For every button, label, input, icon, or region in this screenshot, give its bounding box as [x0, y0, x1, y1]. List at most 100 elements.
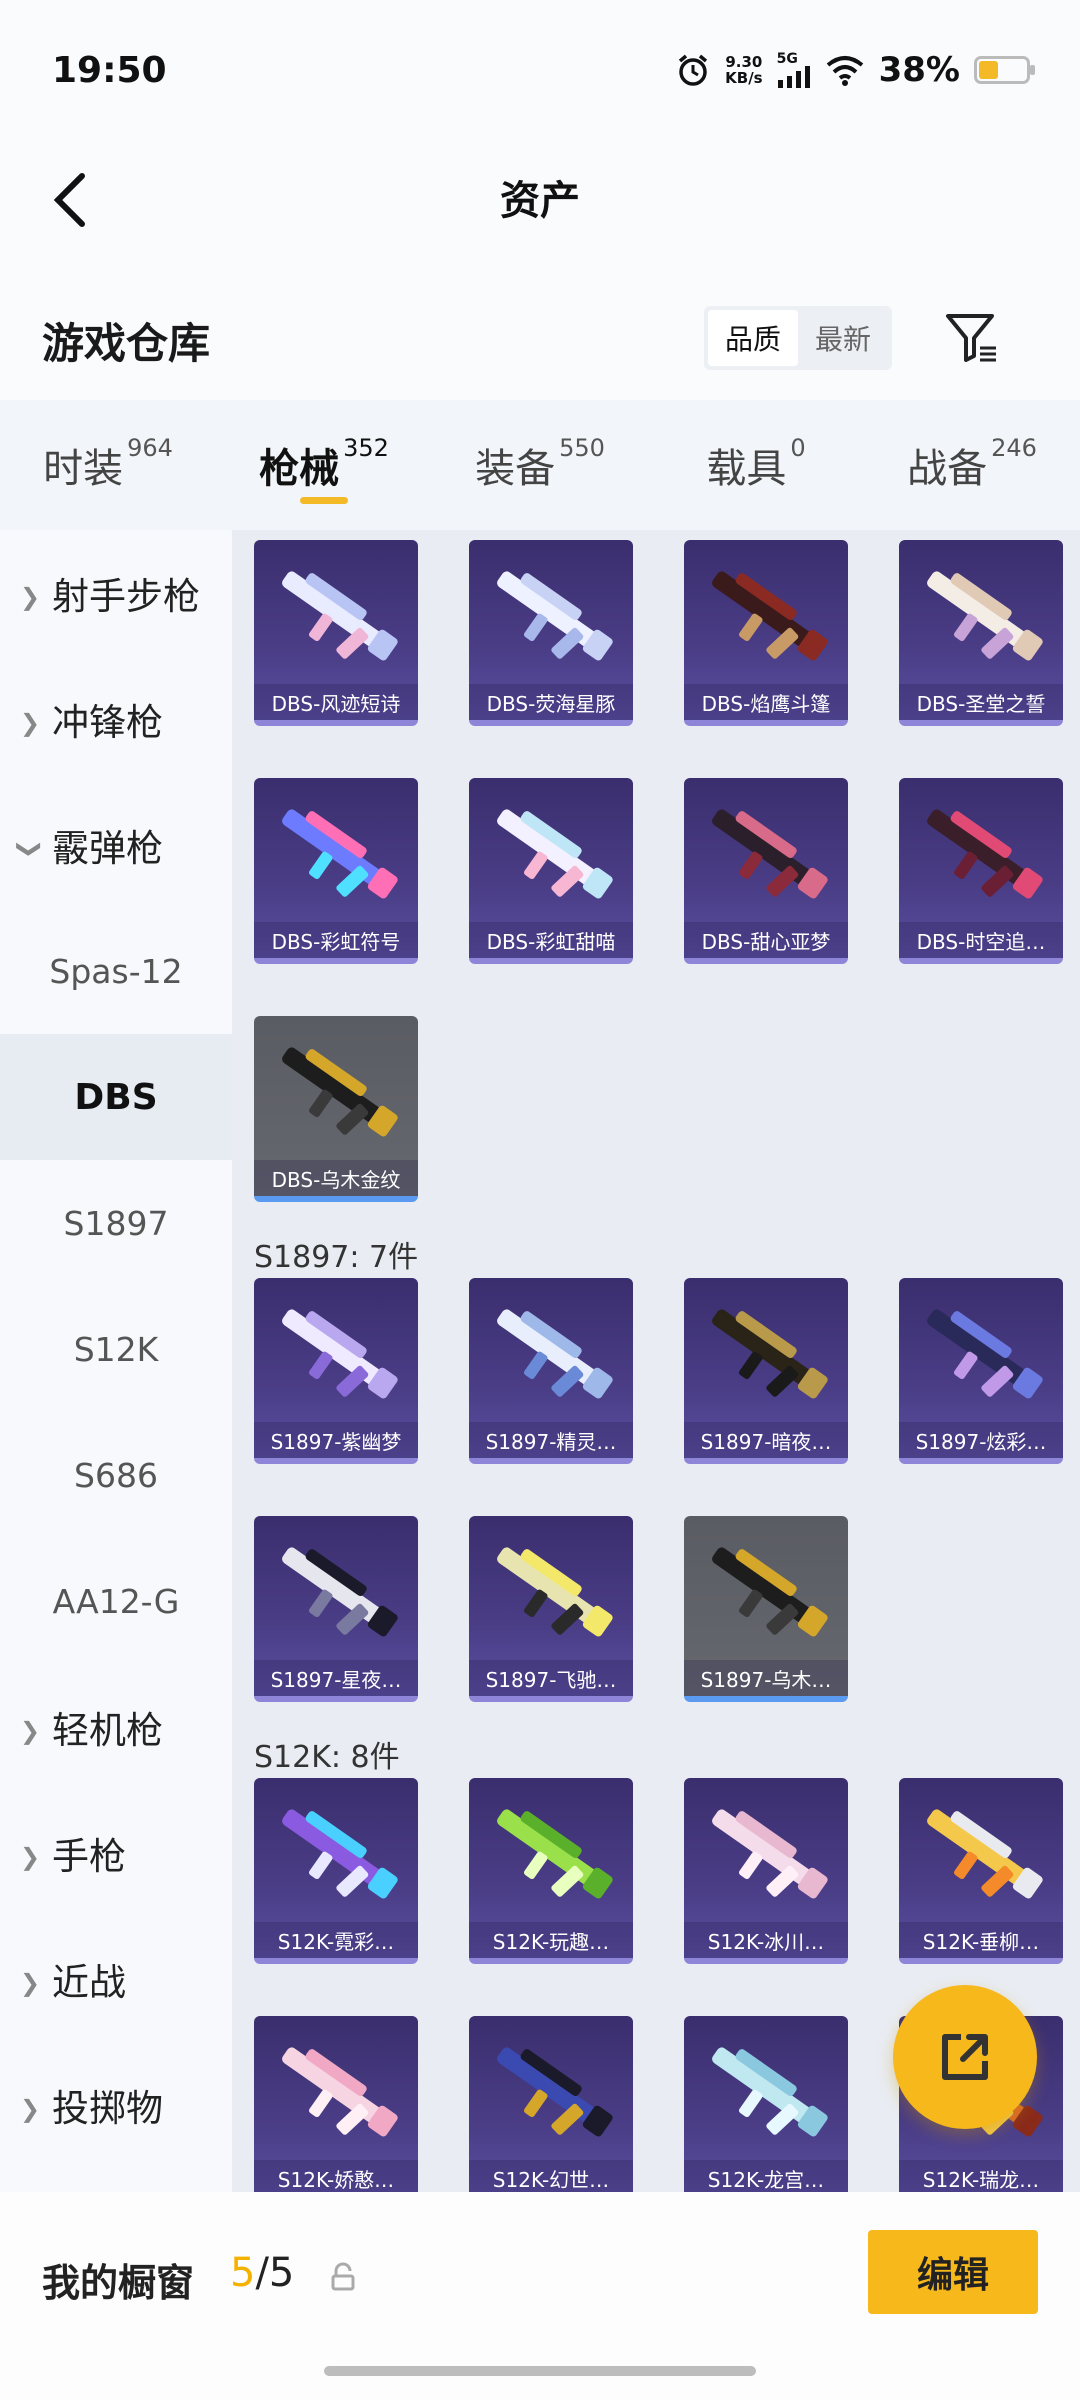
warehouse-bar: 游戏仓库 品质 最新	[0, 270, 1080, 400]
share-button[interactable]	[893, 1985, 1037, 2129]
weapon-skin-name: DBS-甜心亚梦	[684, 922, 848, 958]
tab-equipment[interactable]: 装备 550	[432, 400, 648, 530]
weapon-skin-card[interactable]: DBS-风迹短诗	[254, 540, 418, 726]
sidebar-item-label: 投掷物	[52, 2087, 163, 2130]
weapon-skin-card[interactable]: S12K-娇憨…	[254, 2016, 418, 2192]
weapon-skin-card[interactable]: S12K-玩趣…	[469, 1778, 633, 1964]
weapon-skin-name: S12K-玩趣…	[469, 1922, 633, 1958]
weapon-skin-card[interactable]: DBS-时空追…	[899, 778, 1063, 964]
tab-label: 载具	[706, 446, 787, 492]
tab-fashion[interactable]: 时装 964	[0, 400, 216, 530]
filter-button[interactable]	[940, 306, 1004, 370]
tab-label: 时装	[43, 446, 124, 492]
weapon-skin-card[interactable]: DBS-彩虹甜喵	[469, 778, 633, 964]
weapon-skin-name: S12K-龙宫…	[684, 2160, 848, 2192]
chevron-right-icon: ❯	[20, 583, 41, 611]
sidebar-item-label: 手枪	[52, 1835, 126, 1878]
sidebar-item-label: 近战	[52, 1961, 126, 2004]
weapon-skin-image	[282, 1547, 398, 1637]
weapon-skin-card[interactable]: S12K-霓彩…	[254, 1778, 418, 1964]
weapon-skin-name: DBS-荧海星豚	[469, 684, 633, 720]
sort-option-newest[interactable]: 最新	[798, 310, 888, 366]
weapon-skin-image	[282, 571, 398, 661]
weapon-skin-card[interactable]: DBS-乌木金纹	[254, 1016, 418, 1202]
weapon-skin-card[interactable]: S1897-暗夜…	[684, 1278, 848, 1464]
weapon-skin-image	[282, 809, 398, 899]
weapon-skin-card[interactable]: S1897-星夜…	[254, 1516, 418, 1702]
weapon-skin-image	[927, 1309, 1043, 1399]
sidebar-item-dbs[interactable]: DBS	[0, 1034, 232, 1160]
weapon-skin-name: S1897-飞驰…	[469, 1660, 633, 1696]
lock-icon	[331, 2262, 355, 2291]
weapon-skin-card[interactable]: DBS-圣堂之誓	[899, 540, 1063, 726]
sidebar-item-smg[interactable]: ❯ 冲锋枪	[0, 656, 232, 782]
weapon-skin-image	[282, 1309, 398, 1399]
battery-percent: 38%	[878, 50, 960, 90]
weapon-skin-name: S12K-冰川…	[684, 1922, 848, 1958]
sidebar-item-aa12g[interactable]: AA12-G	[0, 1538, 232, 1664]
weapon-skin-card[interactable]: S1897-飞驰…	[469, 1516, 633, 1702]
weapon-skin-card[interactable]: S1897-紫幽梦	[254, 1278, 418, 1464]
weapon-skin-name: DBS-乌木金纹	[254, 1160, 418, 1196]
weapon-skin-card[interactable]: DBS-焰鹰斗篷	[684, 540, 848, 726]
speed-unit: KB/s	[725, 69, 763, 87]
sidebar-item-s1897[interactable]: S1897	[0, 1160, 232, 1286]
sidebar-item-pistol[interactable]: ❯ 手枪	[0, 1790, 232, 1916]
status-bar: 19:50 9.30 KB/s 5G 38%	[0, 0, 1080, 140]
showcase-label: 我的橱窗	[42, 2261, 195, 2305]
battery-fill	[979, 61, 998, 79]
sidebar-item-s686[interactable]: S686	[0, 1412, 232, 1538]
sidebar-item-melee[interactable]: ❯ 近战	[0, 1916, 232, 2042]
weapon-type-sidebar: ❯ 射手步枪 ❯ 冲锋枪 ❯ 霰弹枪 Spas-12 DBS S1897 S12…	[0, 530, 232, 2192]
chevron-right-icon: ❯	[20, 2095, 41, 2123]
weapon-skin-card[interactable]: DBS-荧海星豚	[469, 540, 633, 726]
weapon-skin-name: S1897-精灵…	[469, 1422, 633, 1458]
weapon-skin-card[interactable]: S12K-幻世…	[469, 2016, 633, 2192]
weapon-skin-card[interactable]: S12K-龙宫…	[684, 2016, 848, 2192]
section-title: S1897: 7件	[254, 1240, 419, 1275]
weapon-skin-image	[712, 1309, 828, 1399]
tab-supplies[interactable]: 战备 246	[864, 400, 1080, 530]
sort-option-quality[interactable]: 品质	[708, 310, 798, 366]
weapon-skin-image	[927, 1809, 1043, 1899]
tab-label: 枪械	[259, 446, 340, 492]
sidebar-item-marksman-rifle[interactable]: ❯ 射手步枪	[0, 530, 232, 656]
weapon-skin-image	[712, 2047, 828, 2137]
tab-count: 246	[991, 434, 1037, 462]
weapon-skin-card[interactable]: DBS-甜心亚梦	[684, 778, 848, 964]
weapon-skin-image	[497, 1809, 613, 1899]
weapon-skin-card[interactable]: S1897-乌木…	[684, 1516, 848, 1702]
weapon-skin-card[interactable]: S1897-炫彩…	[899, 1278, 1063, 1464]
sidebar-item-throwables[interactable]: ❯ 投掷物	[0, 2042, 232, 2168]
sidebar-item-spas12[interactable]: Spas-12	[0, 908, 232, 1034]
weapon-skin-name: S12K-垂柳…	[899, 1922, 1063, 1958]
alarm-icon	[679, 54, 708, 86]
weapon-skin-card[interactable]: S1897-精灵…	[469, 1278, 633, 1464]
weapon-skin-card[interactable]: DBS-彩虹符号	[254, 778, 418, 964]
chevron-right-icon: ❯	[20, 1969, 41, 1997]
home-indicator	[324, 2366, 756, 2376]
weapon-skin-image	[497, 1547, 613, 1637]
sidebar-item-s12k[interactable]: S12K	[0, 1286, 232, 1412]
edit-button[interactable]: 编辑	[868, 2230, 1038, 2314]
wifi-icon	[826, 56, 863, 86]
weapon-skin-grid: DBS-风迹短诗 DBS-荧海星豚 DBS-焰鹰斗篷 DBS-圣堂之誓 DBS-彩虹符号…	[232, 530, 1080, 2192]
sidebar-item-label: 射手步枪	[52, 575, 200, 618]
chevron-right-icon: ❯	[20, 709, 41, 737]
weapon-skin-name: S1897-暗夜…	[684, 1422, 848, 1458]
tab-vehicles[interactable]: 载具 0	[648, 400, 864, 530]
top-header: 资产	[0, 140, 1080, 270]
showcase-count: 5/5	[230, 2250, 294, 2296]
weapon-skin-name: S12K-幻世…	[469, 2160, 633, 2192]
chevron-down-icon: ❯	[16, 838, 45, 860]
weapon-skin-card[interactable]: S12K-垂柳…	[899, 1778, 1063, 1964]
sidebar-item-shotgun[interactable]: ❯ 霰弹枪	[0, 782, 232, 908]
weapon-skin-image	[712, 1547, 828, 1637]
weapon-skin-card[interactable]: S12K-冰川…	[684, 1778, 848, 1964]
sidebar-item-lmg[interactable]: ❯ 轻机枪	[0, 1664, 232, 1790]
tab-active-indicator	[300, 497, 348, 504]
sidebar-item-label: 冲锋枪	[52, 701, 163, 744]
tab-firearms[interactable]: 枪械 352	[216, 400, 432, 530]
weapon-skin-name: DBS-时空追…	[899, 922, 1063, 958]
weapon-skin-image	[497, 2047, 613, 2137]
